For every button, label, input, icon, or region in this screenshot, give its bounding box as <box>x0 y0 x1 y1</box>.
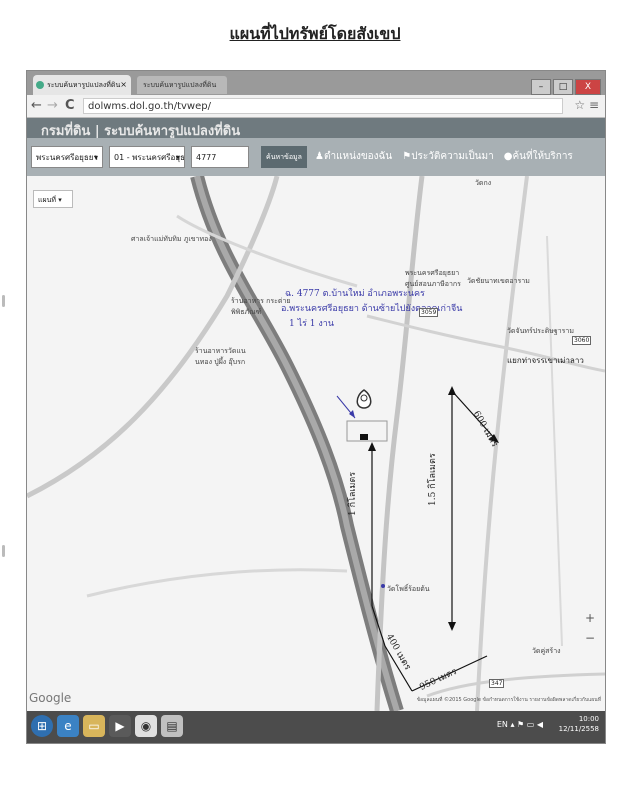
map-attribution[interactable]: ข้อมูลแผนที่ ©2015 Google ข้อกำหนดการใช้… <box>417 696 601 704</box>
close-tab-icon[interactable]: × <box>120 75 127 95</box>
parcel-number-input[interactable]: 4777 <box>191 146 249 168</box>
zoom-in-button[interactable]: + <box>585 611 595 625</box>
road <box>546 235 563 647</box>
favicon-icon <box>36 81 44 89</box>
punch-mark <box>2 295 5 307</box>
place-label: วัดจันทร์ประดิษฐาราม <box>507 327 574 335</box>
place-label: วัดกง <box>475 179 492 187</box>
place-label: วัดชัยนาทเขตอาราม <box>467 277 530 285</box>
url-input[interactable]: dolwms.dol.go.th/tvwep/ <box>83 98 563 114</box>
ie-icon[interactable]: e <box>57 715 79 737</box>
hamburger-icon[interactable]: ≡ <box>589 98 599 112</box>
road <box>475 176 529 711</box>
distance-label-1km: 1 กิโลเมตร <box>348 471 358 516</box>
flag-icon: ⚑ <box>402 151 412 162</box>
search-button[interactable]: ค้นหาข้อมูล <box>261 146 307 168</box>
road-badge: 3060 <box>572 336 592 345</box>
province-value: พระนครศรีอยุธยา <box>36 153 98 162</box>
road <box>86 568 348 598</box>
language-indicator[interactable]: EN <box>497 720 508 729</box>
back-icon[interactable]: ← <box>31 98 42 114</box>
map-type-value: แผนที่ <box>38 196 57 204</box>
road-badge: 347 <box>489 679 505 688</box>
browser-window: ระบบค้นหารูปแปลงที่ดิน × ระบบค้นหารูปแปล… <box>26 70 606 744</box>
forward-icon[interactable]: → <box>47 98 58 114</box>
district-select[interactable]: 01 - พระนครศรีอยุธยา▾ <box>109 146 185 168</box>
chrome-icon[interactable]: ◉ <box>135 715 157 737</box>
google-logo: Google <box>29 691 72 705</box>
clock-time: 10:00 <box>578 715 599 723</box>
landmark-label: แยกท่าจรรเขาเม่าลาว <box>507 356 584 365</box>
place-label: ศาลเจ้าแม่ทับทิม ภูเขาทอง <box>131 235 212 243</box>
folder-icon[interactable]: ▭ <box>83 715 105 737</box>
place-label: ร้านอาหารวัดแนนทอง ปู่ผึ้ง อุ๊บรก <box>195 347 246 366</box>
road <box>374 176 425 711</box>
document-title: แผนที่ไปทรัพย์โดยสังเขป <box>229 24 401 43</box>
document-icon[interactable]: ▤ <box>161 715 183 737</box>
place-label: วัดคู่สร้าง <box>532 647 561 655</box>
menu-label: ค้นที่ให้บริการ <box>512 151 573 162</box>
menu-history[interactable]: ⚑ประวัติความเป็นมา <box>402 151 494 162</box>
map-roads <box>27 176 605 711</box>
place-label: วัดโพธิ์ร้อยต้น <box>387 585 430 593</box>
province-select[interactable]: พระนครศรีอยุธยา ▾ <box>31 146 103 168</box>
parcel-marker <box>360 434 368 440</box>
person-icon: ♟ <box>315 151 324 162</box>
road <box>27 176 280 499</box>
road <box>176 214 358 288</box>
menu-label: ประวัติความเป็นมา <box>411 151 494 162</box>
punch-mark <box>2 545 5 557</box>
map-type-select[interactable]: แผนที่ ▾ <box>33 190 73 208</box>
map-canvas[interactable]: แผนที่ ▾ วัดกง ศาลเจ้าแม่ทับทิม ภูเขาทอง… <box>27 176 605 711</box>
bookmark-star-icon[interactable]: ☆ <box>574 98 585 112</box>
site-menu: ♟ตำแหน่งของฉัน ⚑ประวัติความเป็นมา ●ค้นที่ใ… <box>315 146 583 168</box>
search-bar: พระนครศรีอยุธยา▾ 01 - พระนครศรีอยุธยา▾ 4… <box>27 138 605 176</box>
chrome-menu-icon[interactable]: ☆ ≡ <box>574 98 599 112</box>
start-button[interactable]: ⊞ <box>31 715 53 737</box>
clock[interactable]: 10:00 12/11/2558 <box>559 714 599 734</box>
district-value: 01 - พระนครศรีอยุธยา <box>114 153 185 162</box>
arrow-head-icon <box>368 442 376 451</box>
system-tray[interactable]: EN ▴ ⚑ ▭ ◀ <box>497 720 543 729</box>
tab-active[interactable]: ระบบค้นหารูปแปลงที่ดิน × <box>33 75 131 95</box>
menu-my-location[interactable]: ♟ตำแหน่งของฉัน <box>315 151 392 162</box>
site-header: กรมที่ดิน | ระบบค้นหารูปแปลงที่ดิน <box>27 118 605 138</box>
reload-icon[interactable]: C <box>65 98 75 114</box>
arrow-head-icon <box>448 622 456 631</box>
handwritten-note-line: 1 ไร่ 1 งาน <box>289 319 334 329</box>
chevron-down-icon: ▾ <box>175 153 180 162</box>
close-window-button[interactable]: X <box>575 79 601 95</box>
window-controls: – □ X <box>529 74 601 95</box>
zoom-out-button[interactable]: − <box>585 631 595 645</box>
distance-label-1_5km: 1.5 กิโลเมตร <box>428 453 438 506</box>
minimize-button[interactable]: – <box>531 79 551 95</box>
tab-inactive[interactable]: ระบบค้นหารูปแปลงที่ดิน <box>137 76 227 94</box>
handwritten-note-line: ฉ. 4777 ต.บ้านใหม่ อำเภอพระนคร <box>285 289 425 299</box>
arrow-head-icon <box>448 386 456 395</box>
chevron-down-icon: ▾ <box>93 153 98 162</box>
site-title: กรมที่ดิน | ระบบค้นหารูปแปลงที่ดิน <box>41 124 241 138</box>
media-player-icon[interactable]: ▶ <box>109 715 131 737</box>
landmark-dot <box>381 584 385 588</box>
tab-title: ระบบค้นหารูปแปลงที่ดิน <box>47 81 121 89</box>
maximize-button[interactable]: □ <box>553 79 573 95</box>
menu-service-locations[interactable]: ●ค้นที่ให้บริการ <box>504 151 573 162</box>
road-badge: 3059 <box>419 308 439 317</box>
clock-date: 12/11/2558 <box>558 725 599 733</box>
taskbar: ⊞ e ▭ ▶ ◉ ▤ EN ▴ ⚑ ▭ ◀ 10:00 12/11/2558 <box>27 711 605 743</box>
menu-label: ตำแหน่งของฉัน <box>323 151 393 162</box>
address-bar: ← → C dolwms.dol.go.th/tvwep/ ☆ ≡ <box>27 95 605 118</box>
tab-strip: ระบบค้นหารูปแปลงที่ดิน × ระบบค้นหารูปแปล… <box>27 71 605 95</box>
